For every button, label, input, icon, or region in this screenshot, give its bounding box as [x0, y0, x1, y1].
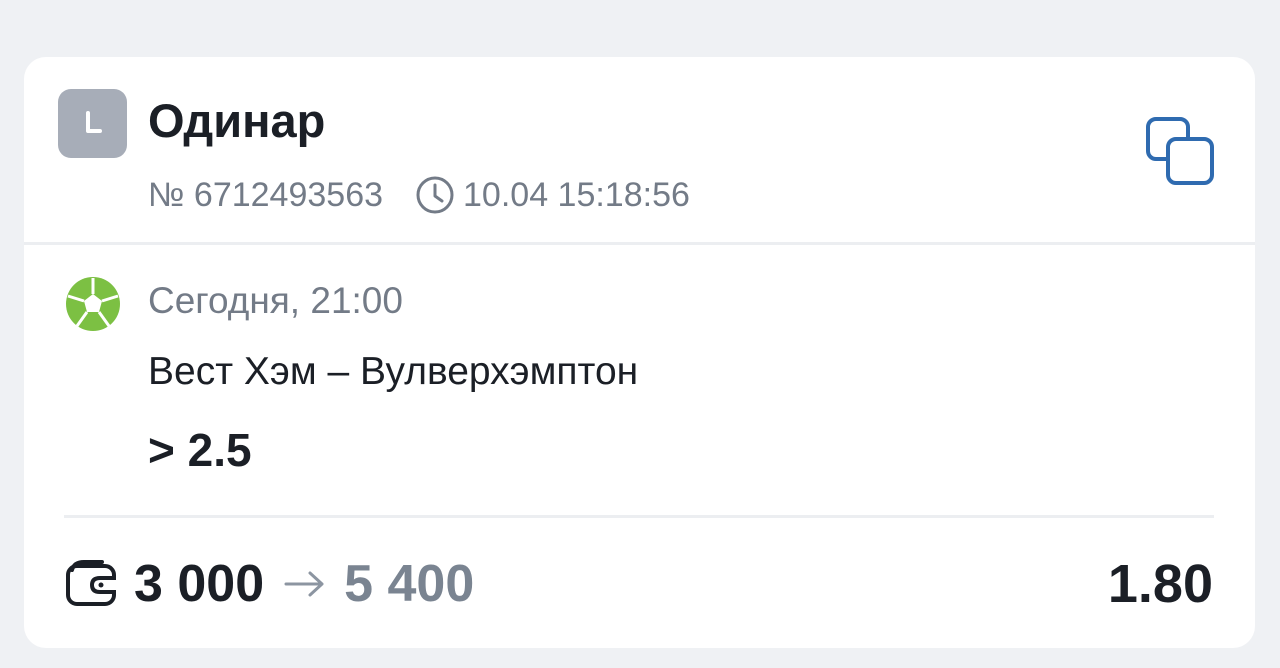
event-teams: Вест Хэм – Вулверхэмптон — [148, 350, 639, 393]
clock-icon — [416, 176, 454, 214]
payout-amount: 5 400 — [344, 555, 475, 613]
copy-button[interactable] — [1140, 113, 1220, 193]
amounts: 3 000 5 400 — [134, 554, 474, 614]
arrow-right-icon — [284, 571, 324, 597]
event-row[interactable]: Сегодня, 21:00 Вест Хэм – Вулверхэмптон … — [24, 245, 1255, 515]
bet-header: Одинар № 6712493563 10.04 15:18:56 — [24, 57, 1255, 243]
bet-footer: 3 000 5 400 1.80 — [24, 518, 1255, 648]
event-outcome: > 2.5 — [148, 424, 252, 476]
bet-timestamp: 10.04 15:18:56 — [463, 175, 690, 214]
bet-card[interactable]: Одинар № 6712493563 10.04 15:18:56 Сегод… — [24, 57, 1255, 648]
coefficient: 1.80 — [1107, 554, 1213, 614]
stake-amount: 3 000 — [134, 555, 265, 613]
event-time: Сегодня, 21:00 — [148, 280, 403, 321]
copy-icon — [1146, 117, 1214, 185]
pending-clock-icon — [58, 89, 127, 158]
bet-number: № 6712493563 — [148, 175, 384, 214]
bet-meta: № 6712493563 10.04 15:18:56 — [148, 173, 690, 217]
soccer-ball-icon — [66, 277, 120, 331]
bet-type-title: Одинар — [148, 94, 326, 147]
wallet-icon — [66, 560, 116, 606]
